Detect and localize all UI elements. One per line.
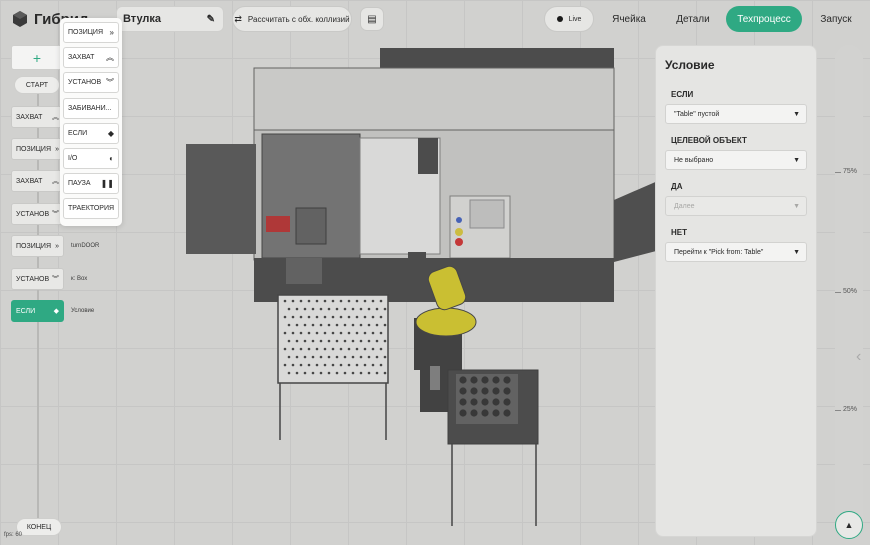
triangle-up-icon: ▲	[844, 520, 854, 530]
step-label: УСТАНОВ	[16, 275, 50, 283]
fps-counter: fps: 60	[4, 532, 23, 538]
caret-down-icon: ▼	[793, 156, 800, 164]
chevron-double-right-icon: »	[109, 28, 114, 37]
calculate-collision-label: Рассчитать с обх. коллизий	[247, 14, 350, 24]
tab-process[interactable]: Техпроцесс	[726, 6, 802, 32]
if-label: ЕСЛИ	[671, 90, 694, 99]
step-note: Условие	[71, 308, 95, 314]
if-value: "Table" пустой	[674, 110, 720, 118]
no-value: Перейти к "Pick from: Table"	[674, 248, 764, 256]
caret-down-icon: ▼	[793, 202, 800, 210]
yes-label: ДА	[671, 182, 683, 191]
part-name: Втулка	[123, 13, 162, 25]
chevron-double-down-icon: ︾	[106, 78, 114, 88]
step-place-1[interactable]: УСТАНОВ ︾	[11, 203, 64, 225]
caret-down-icon: ▼	[793, 248, 800, 256]
ruler-tick-75: 75%	[842, 168, 857, 175]
yes-value: Далее	[674, 202, 695, 210]
chevron-double-up-icon: ︽	[52, 178, 59, 185]
chevron-double-up-icon: ︽	[52, 114, 59, 121]
chevron-double-up-icon: ︽	[106, 53, 114, 63]
chevron-double-down-icon: ︾	[52, 276, 59, 283]
target-select[interactable]: Не выбрано ▼	[665, 150, 807, 170]
step-label: ПОЗИЦИЯ	[16, 242, 51, 250]
palette-item-grip[interactable]: ЗАХВАТ ︽	[63, 47, 119, 69]
route-icon: ⇄	[234, 13, 242, 24]
step-label: ПОЗИЦИЯ	[16, 145, 51, 153]
if-select[interactable]: "Table" пустой ▼	[665, 104, 807, 124]
step-note: к: Box	[71, 276, 88, 282]
document-button[interactable]: ▤	[360, 7, 384, 31]
tab-cell[interactable]: Ячейка	[604, 6, 654, 32]
ruler-tick-25: 25%	[842, 406, 857, 413]
step-label: ЕСЛИ	[16, 307, 36, 315]
step-position-1[interactable]: ПОЗИЦИЯ »	[11, 138, 64, 160]
palette-item-label: ЗАХВАТ	[68, 54, 95, 62]
chevron-double-right-icon: »	[55, 242, 59, 250]
calculate-collision-button[interactable]: ⇄ Рассчитать с обх. коллизий	[232, 6, 352, 32]
palette-item-if[interactable]: ЕСЛИ ◆	[63, 122, 119, 144]
condition-panel: Условие ЕСЛИ "Table" пустой ▼ ЦЕЛЕВОЙ ОБ…	[655, 45, 817, 537]
live-toggle[interactable]: Live	[544, 6, 594, 32]
yes-select[interactable]: Далее ▼	[665, 196, 807, 216]
step-label: УСТАНОВ	[16, 210, 50, 218]
chevron-double-down-icon: ︾	[52, 211, 59, 218]
start-node[interactable]: СТАРТ	[14, 76, 60, 94]
palette-item-io[interactable]: I/O ◐	[63, 147, 119, 169]
scroll-up-button[interactable]: ▲	[835, 511, 863, 539]
no-label: НЕТ	[671, 228, 687, 237]
no-select[interactable]: Перейти к "Pick from: Table" ▼	[665, 242, 807, 262]
end-node[interactable]: КОНЕЦ	[16, 518, 62, 536]
palette-item-label: ТРАЕКТОРИЯ	[68, 205, 115, 213]
palette-item-pause[interactable]: ПАУЗА ❚❚	[63, 173, 119, 195]
target-label: ЦЕЛЕВОЙ ОБЪЕКТ	[671, 136, 747, 145]
caret-down-icon: ▼	[793, 110, 800, 118]
palette-item-label: ЕСЛИ	[68, 129, 88, 137]
plus-icon: +	[32, 49, 42, 66]
half-circle-icon: ◐	[109, 153, 114, 163]
live-label: Live	[568, 15, 582, 23]
palette-item-press[interactable]: ЗАБИВАНИ...	[63, 97, 119, 119]
palette-item-label: ПАУЗА	[68, 180, 91, 188]
tab-launch[interactable]: Запуск	[812, 6, 860, 32]
add-step-button[interactable]: +	[11, 45, 63, 70]
chevron-double-right-icon: »	[55, 145, 59, 153]
diamond-icon: ◆	[53, 308, 59, 315]
palette-item-trajectory[interactable]: ТРАЕКТОРИЯ	[63, 198, 119, 220]
tab-details[interactable]: Детали	[668, 6, 718, 32]
step-note: turnDOOR	[71, 243, 100, 249]
panel-title: Условие	[665, 58, 715, 72]
step-place-2[interactable]: УСТАНОВ ︾	[11, 268, 64, 290]
pencil-icon[interactable]: ✎	[207, 14, 215, 25]
palette-item-label: ПОЗИЦИЯ	[68, 29, 103, 36]
part-name-field[interactable]: Втулка ✎	[116, 6, 224, 32]
palette-item-position[interactable]: ПОЗИЦИЯ »	[63, 22, 119, 43]
palette-item-label: I/O	[68, 154, 78, 162]
step-label: ЗАХВАТ	[16, 113, 43, 121]
zoom-ruler[interactable]: 75% 50% 25%	[835, 45, 863, 540]
step-grip-2[interactable]: ЗАХВАТ ︽	[11, 170, 64, 192]
diamond-icon: ◆	[107, 128, 114, 138]
step-label: ЗАХВАТ	[16, 177, 43, 185]
chevron-left-icon[interactable]: ‹	[856, 348, 861, 366]
document-icon: ▤	[367, 13, 377, 25]
cube-logo-icon	[13, 11, 27, 27]
step-if-active[interactable]: ЕСЛИ ◆	[11, 300, 64, 322]
palette-item-label: УСТАНОВ	[68, 79, 102, 87]
palette-item-label: ЗАБИВАНИ...	[68, 104, 112, 112]
live-dot-icon	[556, 16, 563, 22]
ruler-tick-50: 50%	[842, 288, 857, 295]
step-position-2[interactable]: ПОЗИЦИЯ »	[11, 235, 64, 257]
target-value: Не выбрано	[674, 156, 714, 164]
pause-icon: ❚❚	[100, 179, 114, 189]
step-palette-menu: ПОЗИЦИЯ » ЗАХВАТ ︽ УСТАНОВ ︾ ЗАБИВАНИ...…	[60, 18, 122, 226]
step-grip-1[interactable]: ЗАХВАТ ︽	[11, 106, 64, 128]
palette-item-place[interactable]: УСТАНОВ ︾	[63, 72, 119, 94]
